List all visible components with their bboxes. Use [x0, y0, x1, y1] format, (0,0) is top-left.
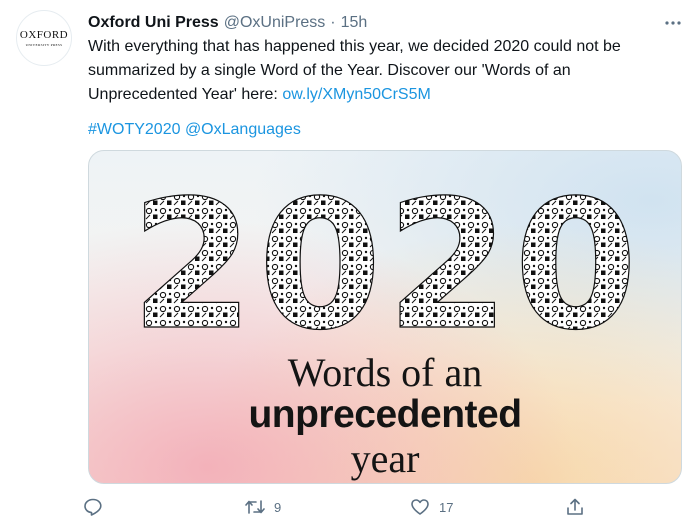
retweet-icon	[242, 494, 268, 520]
tweet-link[interactable]: ow.ly/XMyn50CrS5M	[282, 86, 431, 103]
like-count: 17	[439, 499, 454, 515]
tweet-text: With everything that has happened this y…	[88, 35, 678, 107]
tweet-tags: #WOTY2020 @OxLanguages	[88, 118, 301, 142]
headline-2020: 2020	[130, 162, 641, 369]
more-icon[interactable]	[662, 12, 684, 34]
tweet-media-image[interactable]: 2020 Words of an unprecedented year	[88, 150, 682, 484]
retweet-count: 9	[274, 499, 282, 515]
like-icon	[407, 494, 433, 520]
share-button[interactable]	[562, 494, 588, 520]
media-caption-line2: unprecedented	[248, 393, 522, 436]
avatar-logo-text: OXFORD	[19, 28, 69, 41]
hashtag-link[interactable]: #WOTY2020	[88, 121, 180, 138]
author-handle[interactable]: @OxUniPress	[224, 14, 326, 32]
media-caption-line1: Words of an	[287, 350, 483, 395]
like-button[interactable]: 17	[407, 494, 453, 520]
share-icon	[562, 494, 588, 520]
mention-link[interactable]: @OxLanguages	[185, 121, 301, 138]
retweet-button[interactable]: 9	[242, 494, 281, 520]
separator-dot: ·	[330, 14, 336, 31]
tweet-header: Oxford Uni Press @OxUniPress · 15h	[88, 12, 367, 34]
tweet-timestamp[interactable]: 15h	[341, 14, 368, 32]
avatar[interactable]: OXFORD UNIVERSITY PRESS	[16, 10, 72, 66]
author-name[interactable]: Oxford Uni Press	[88, 14, 219, 32]
reply-button[interactable]	[80, 494, 112, 520]
avatar-logo-subtext: UNIVERSITY PRESS	[25, 42, 63, 47]
tweet[interactable]: OXFORD UNIVERSITY PRESS Oxford Uni Press…	[0, 0, 700, 530]
reply-icon	[80, 494, 106, 520]
media-caption-line3: year	[350, 436, 420, 481]
tweet-actions: 9 17	[80, 494, 600, 520]
